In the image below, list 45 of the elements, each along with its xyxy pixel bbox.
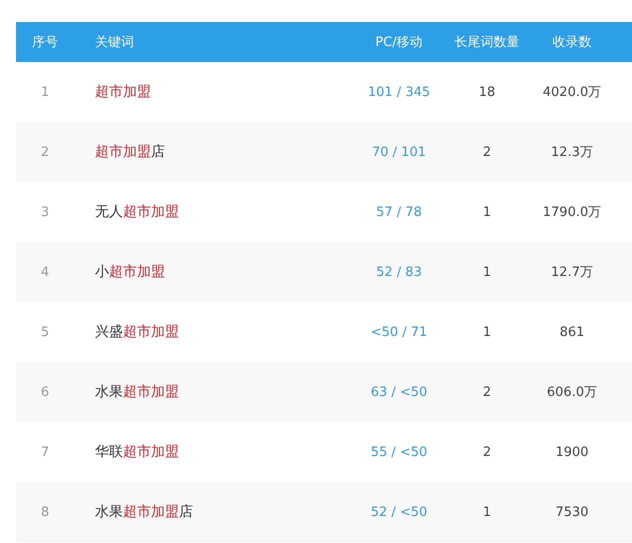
long-tail-count: 18: [478, 84, 496, 100]
row-number: 6: [40, 384, 50, 400]
keyword-link[interactable]: 小超市加盟: [74, 263, 165, 281]
keyword-link[interactable]: 超市加盟店: [74, 143, 165, 161]
search-volume: 55 / <50: [370, 444, 428, 460]
row-number: 1: [40, 84, 50, 100]
search-volume: 57 / 78: [376, 204, 422, 220]
indexed-count: 4020.0万: [542, 84, 602, 101]
keyword-link[interactable]: 兴盛超市加盟: [74, 323, 179, 341]
row-number: 7: [40, 444, 50, 460]
long-tail-count: 2: [482, 444, 492, 460]
column-header: 序号: [32, 34, 58, 51]
keyword-link[interactable]: 超市加盟: [74, 83, 151, 101]
column-header: 长尾词数量: [454, 34, 520, 51]
long-tail-count: 2: [482, 144, 492, 160]
search-volume: 52 / <50: [370, 504, 428, 520]
long-tail-count: 2: [482, 384, 492, 400]
keyword-link[interactable]: 水果超市加盟: [74, 383, 179, 401]
indexed-count: 861: [560, 324, 584, 340]
column-header: 收录数: [552, 34, 592, 51]
long-tail-count: 1: [482, 324, 492, 340]
keyword-link[interactable]: 华联超市加盟: [74, 443, 179, 461]
row-number: 8: [40, 504, 50, 520]
column-header: 关键词: [94, 34, 134, 51]
keyword-link[interactable]: 水果超市加盟店: [74, 503, 193, 521]
indexed-count: 1900: [555, 444, 589, 460]
row-number: 4: [40, 264, 50, 280]
indexed-count: 1790.0万: [542, 204, 602, 221]
search-volume: 52 / 83: [376, 264, 422, 280]
row-number: 5: [40, 324, 50, 340]
row-number: 3: [40, 204, 50, 220]
search-volume: 63 / <50: [370, 384, 428, 400]
search-volume: 70 / 101: [372, 144, 426, 160]
search-volume: 101 / 345: [368, 84, 430, 100]
long-tail-count: 1: [482, 504, 492, 520]
search-volume: <50 / 71: [370, 324, 428, 340]
indexed-count: 606.0万: [546, 384, 598, 401]
indexed-count: 7530: [555, 504, 589, 520]
long-tail-count: 1: [482, 204, 492, 220]
indexed-count: 12.3万: [551, 144, 593, 161]
row-number: 2: [40, 144, 50, 160]
long-tail-count: 1: [482, 264, 492, 280]
indexed-count: 12.7万: [551, 264, 593, 281]
keyword-link[interactable]: 无人超市加盟: [74, 203, 179, 221]
column-header: PC/移动: [375, 34, 423, 51]
